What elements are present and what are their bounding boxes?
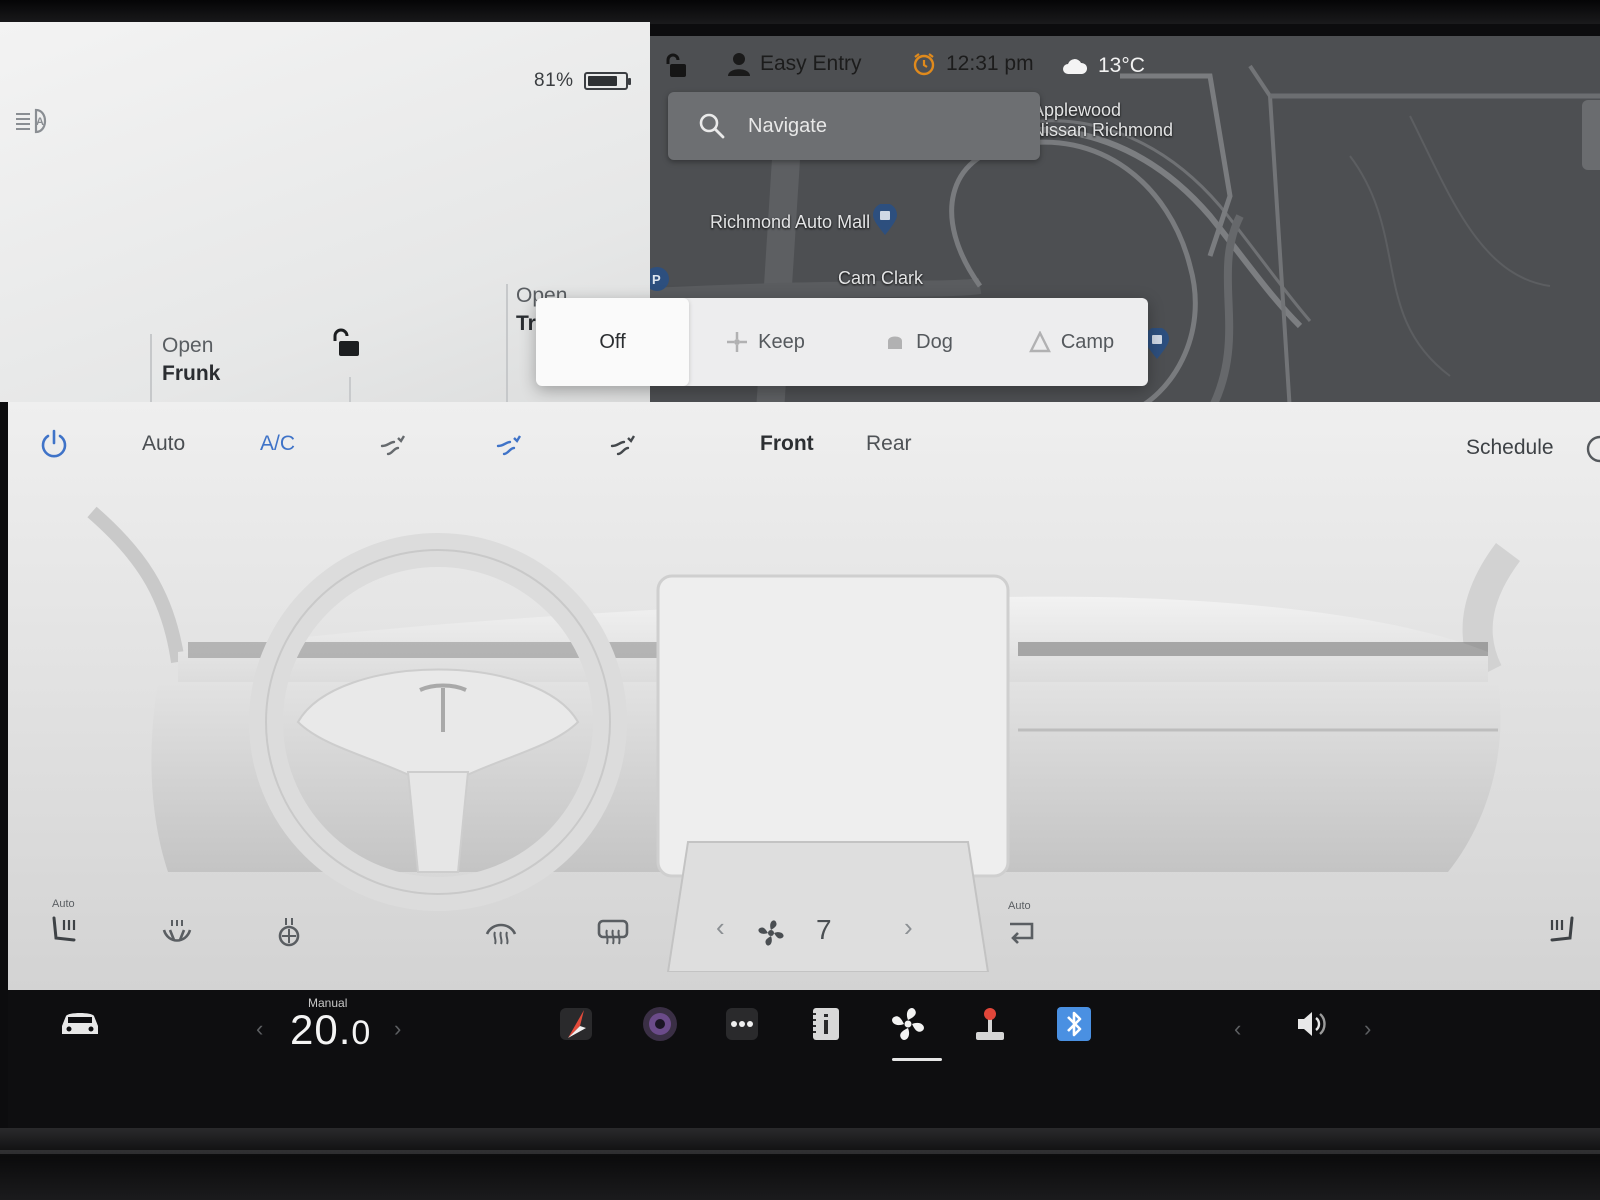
bottom-dock: ‹ Manual 20.0 › ‹ › (8, 990, 1600, 1128)
cloud-icon (1063, 59, 1088, 74)
keeper-option-keep[interactable]: Keep (689, 298, 842, 386)
active-app-indicator (892, 1058, 942, 1061)
temp-decimal: 0 (351, 1014, 372, 1052)
clock: 12:31 pm (912, 52, 1034, 76)
svg-text:A: A (36, 116, 44, 128)
map-side-button[interactable] (1582, 100, 1600, 170)
frunk-label-line2: Frunk (162, 362, 221, 385)
svg-text:P: P (652, 272, 661, 287)
ac-button[interactable]: A/C (260, 432, 295, 456)
keeper-option-label: Off (599, 330, 626, 353)
alarm-clock-icon (913, 53, 935, 76)
keeper-option-label: Camp (1060, 330, 1115, 353)
temp-whole: 20. (290, 1006, 352, 1053)
climate-control-panel: Auto A/C Front Rear Schedule Auto ‹ 7 › … (8, 402, 1600, 990)
rear-tab[interactable]: Rear (866, 432, 912, 456)
more-apps-icon[interactable] (722, 1004, 762, 1044)
screen-bezel-top (0, 0, 1600, 24)
fan-decrease-chevron[interactable]: ‹ (716, 912, 725, 943)
climate-keeper-selector: Off Keep Dog Camp (536, 298, 1148, 386)
battery-indicator[interactable]: 81% (534, 70, 631, 92)
airflow-face-icon[interactable] (378, 432, 408, 462)
power-icon[interactable] (38, 428, 70, 460)
navigate-placeholder: Navigate (748, 114, 827, 137)
bluetooth-icon[interactable] (1054, 1004, 1094, 1044)
fan-speed-value: 7 (816, 914, 832, 945)
recirculate-auto-label: Auto (1008, 900, 1031, 912)
time-text: 12:31 pm (946, 52, 1034, 75)
volume-decrease-chevron[interactable]: ‹ (1234, 1016, 1241, 1042)
keeper-option-dog[interactable]: Dog (842, 298, 995, 386)
car-icon[interactable] (58, 1006, 102, 1040)
fan-icon[interactable] (754, 916, 788, 950)
steering-wheel-heater-icon[interactable] (160, 916, 194, 950)
frunk-label-line1: Open (162, 334, 214, 357)
map-label-cam-clark: Cam Clark (838, 268, 924, 288)
outside-temp: 13°C (1098, 54, 1145, 77)
driver-seat-heater-icon[interactable] (48, 914, 82, 948)
front-defrost-icon[interactable] (484, 916, 518, 950)
keeper-option-camp[interactable]: Camp (995, 298, 1148, 386)
volume-increase-chevron[interactable]: › (1364, 1016, 1371, 1042)
passenger-seat-heater-icon[interactable] (1544, 914, 1578, 948)
battery-fill (587, 76, 617, 86)
fan-increase-chevron[interactable]: › (904, 912, 913, 943)
map-label-nissan-richmond: Nissan Richmond (1032, 120, 1174, 140)
seat-heat-auto-label: Auto (52, 898, 75, 910)
auto-climate-button[interactable]: Auto (142, 432, 185, 456)
climate-bottom-controls: Auto ‹ 7 › Auto (8, 890, 1600, 990)
status-bar: Easy Entry 12:31 pm 13°C (650, 44, 1600, 92)
climate-top-bar: Auto A/C Front Rear Schedule (8, 402, 1600, 492)
recirculate-icon[interactable] (1004, 916, 1038, 950)
profile-name: Easy Entry (760, 52, 862, 75)
airflow-feet-icon[interactable] (494, 432, 524, 462)
auto-headlights-icon[interactable]: A (14, 106, 52, 136)
joystick-toybox-icon[interactable] (970, 1004, 1010, 1044)
bezel-seam (0, 1150, 1600, 1154)
battery-icon (583, 72, 631, 90)
keeper-option-label: Keep (758, 330, 805, 353)
parking-pin-icon[interactable]: P (650, 266, 670, 298)
dog-icon (888, 336, 903, 349)
weather: 13°C (1062, 54, 1145, 78)
unlocked-icon[interactable] (330, 327, 362, 359)
battery-percent: 81% (534, 70, 574, 91)
navigation-app-icon[interactable] (556, 1004, 596, 1044)
fan-small-icon (727, 332, 748, 352)
map-label-richmond-auto-mall: Richmond Auto Mall (710, 212, 871, 232)
fan-climate-app-icon[interactable] (888, 1004, 928, 1044)
airflow-windshield-icon[interactable] (608, 432, 638, 462)
camera-app-icon[interactable] (640, 1004, 680, 1044)
manual-app-icon[interactable] (806, 1004, 846, 1044)
temp-decrease-chevron[interactable]: ‹ (256, 1016, 263, 1042)
keeper-option-label: Dog (916, 330, 953, 353)
lock-icon[interactable] (664, 52, 688, 78)
temp-increase-chevron[interactable]: › (394, 1016, 401, 1042)
cabin-temperature[interactable]: 20.0 (290, 1006, 371, 1054)
driver-profile[interactable]: Easy Entry (728, 52, 862, 76)
wiper-defrost-icon[interactable] (272, 916, 306, 950)
screen-bezel-bottom (0, 1128, 1600, 1200)
volume-icon[interactable] (1292, 1004, 1332, 1044)
schedule-clock-icon[interactable] (1586, 434, 1600, 464)
map-label-applewood: Applewood (1032, 100, 1122, 120)
search-icon (699, 113, 725, 139)
schedule-button[interactable]: Schedule (1466, 436, 1554, 460)
front-tab[interactable]: Front (760, 432, 814, 456)
keeper-option-off[interactable]: Off (536, 298, 689, 386)
person-icon (728, 53, 750, 76)
map-pin-icon[interactable] (872, 204, 898, 236)
rear-defrost-icon[interactable] (596, 916, 630, 950)
navigate-search-box[interactable]: Navigate (668, 92, 1040, 160)
tesla-touchscreen: A 81% Open Frunk Open Tr Applewood Nissa… (0, 0, 1600, 1200)
tent-icon (1028, 331, 1051, 353)
